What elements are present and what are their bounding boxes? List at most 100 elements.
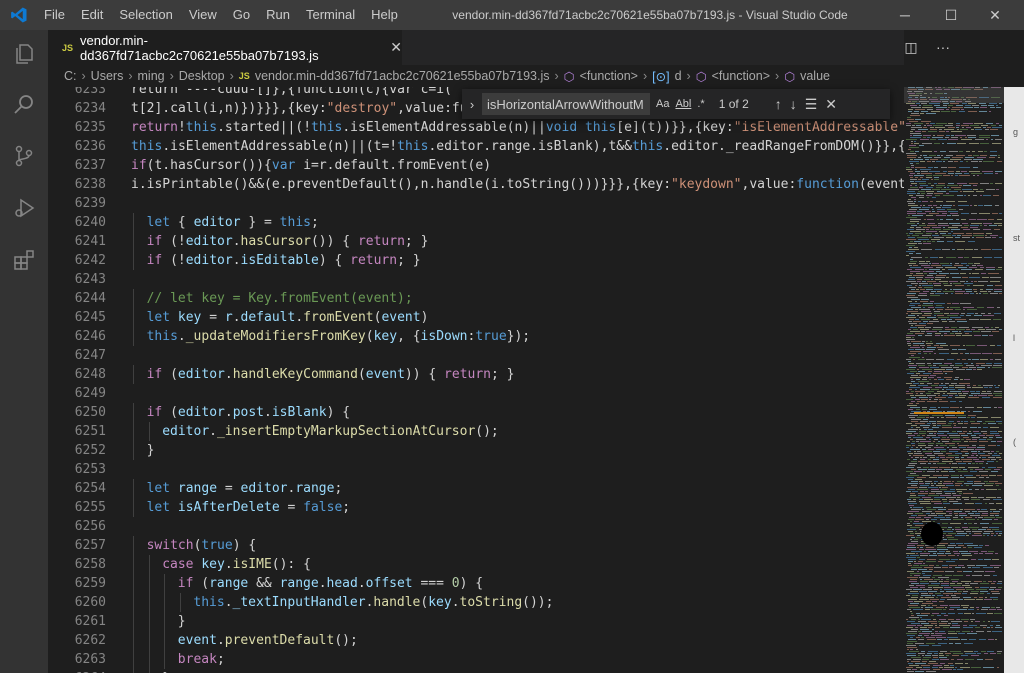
tab-close-button[interactable]: ✕ <box>390 39 402 56</box>
menu-help[interactable]: Help <box>363 0 406 30</box>
search-icon[interactable] <box>12 92 36 116</box>
minimap-stripe <box>942 461 953 462</box>
minimap-stripe <box>934 313 943 314</box>
menu-file[interactable]: File <box>36 0 73 30</box>
code-line[interactable]: 6242 if (!editor.isEditable) { return; } <box>48 251 904 270</box>
split-editor-button[interactable]: ◫ <box>900 36 922 58</box>
code-line[interactable]: 6249 <box>48 384 904 403</box>
minimap-stripe <box>942 441 949 442</box>
code-line[interactable]: 6254 let range = editor.range; <box>48 479 904 498</box>
minimize-button[interactable]: ─ <box>882 0 928 30</box>
menu-go[interactable]: Go <box>225 0 258 30</box>
code-line[interactable]: 6247 <box>48 346 904 365</box>
code-text: return!this.started||(!this.isElementAdd… <box>131 118 904 137</box>
code-line[interactable]: 6260 this._textInputHandler.handle(key.to… <box>48 593 904 612</box>
code-line[interactable]: 6235 return!this.started||(!this.isElemen… <box>48 118 904 137</box>
minimap-stripe <box>913 321 921 322</box>
code-line[interactable]: 6241 if (!editor.hasCursor()) { return; } <box>48 232 904 251</box>
breadcrumb-value[interactable]: value <box>800 69 830 83</box>
regex-button[interactable]: .* <box>697 98 704 110</box>
minimap-viewport[interactable] <box>904 87 1004 103</box>
code-line[interactable]: 6257 switch(true) { <box>48 536 904 555</box>
code-line[interactable]: 6248 if (editor.handleKeyCommand(event)) … <box>48 365 904 384</box>
minimap-stripe <box>926 289 933 290</box>
minimap-stripe <box>994 223 1002 224</box>
code-token: fromEvent <box>303 310 374 325</box>
minimap-stripe <box>919 261 925 262</box>
minimap-stripe <box>916 585 925 586</box>
files-icon[interactable] <box>12 42 36 66</box>
code-line[interactable]: 6251 editor._insertEmptyMarkupSectionAtCu… <box>48 422 904 441</box>
breadcrumb-users[interactable]: Users <box>91 69 124 83</box>
minimap-stripe <box>966 477 976 478</box>
menu-view[interactable]: View <box>181 0 225 30</box>
more-actions-button[interactable]: ··· <box>932 36 954 58</box>
code-line[interactable]: 6239 <box>48 194 904 213</box>
next-match-button[interactable]: ↓ <box>790 96 797 112</box>
breadcrumb-file[interactable]: vendor.min-dd367fd71acbc2c70621e55ba07b7… <box>255 69 550 83</box>
toggle-replace-button[interactable]: › <box>462 97 482 112</box>
code-line[interactable]: 6240 let { editor } = this; <box>48 213 904 232</box>
maximize-button[interactable]: ☐ <box>928 0 974 30</box>
minimap-stripe <box>919 145 924 146</box>
code-line[interactable]: 6237 if(t.hasCursor()){var i=r.default.fr… <box>48 156 904 175</box>
minimap-stripe <box>929 493 935 494</box>
match-whole-word-button[interactable]: Abl <box>675 98 691 110</box>
code-line[interactable]: 6252} <box>48 441 904 460</box>
breadcrumb-function-2[interactable]: <function> <box>712 69 770 83</box>
minimap-stripe <box>970 469 973 470</box>
minimap-stripe <box>980 107 987 108</box>
breadcrumb-d[interactable]: d <box>675 69 682 83</box>
source-control-icon[interactable] <box>12 144 36 168</box>
minimap-stripe <box>945 329 955 330</box>
run-debug-icon[interactable] <box>12 196 36 220</box>
title-bar: File Edit Selection View Go Run Terminal… <box>0 0 1024 30</box>
code-line[interactable]: 6255 let isAfterDelete = false; <box>48 498 904 517</box>
close-window-button[interactable]: ✕ <box>972 0 1018 30</box>
code-line[interactable]: 6262 event.preventDefault(); <box>48 631 904 650</box>
minimap-stripe <box>927 275 933 276</box>
breadcrumb-desktop[interactable]: Desktop <box>179 69 225 83</box>
breadcrumb-drive[interactable]: C: <box>64 69 77 83</box>
find-input[interactable] <box>482 93 650 115</box>
code-line[interactable]: 6250 if (editor.post.isBlank) { <box>48 403 904 422</box>
code-line[interactable]: 6253 <box>48 460 904 479</box>
minimap-stripe <box>932 577 935 578</box>
extensions-icon[interactable] <box>12 248 36 272</box>
minimap-stripe <box>955 263 959 264</box>
menu-run[interactable]: Run <box>258 0 298 30</box>
minimap-stripe <box>951 131 962 132</box>
code-line[interactable]: 6264} <box>48 669 904 673</box>
breadcrumb-ming[interactable]: ming <box>138 69 165 83</box>
code-line[interactable]: 6245 let key = r.default.fromEvent(event) <box>48 308 904 327</box>
minimap-stripe <box>906 645 916 646</box>
minimap-stripe <box>922 201 928 202</box>
code-line[interactable]: 6246 this._updateModifiersFromKey(key, {i… <box>48 327 904 346</box>
menu-edit[interactable]: Edit <box>73 0 111 30</box>
code-line[interactable]: 6236 this.isElementAddressable(n)||(t=!th… <box>48 137 904 156</box>
minimap[interactable] <box>904 87 1004 673</box>
minimap-stripe <box>958 205 969 206</box>
code-line[interactable]: 6261} <box>48 612 904 631</box>
menu-selection[interactable]: Selection <box>111 0 180 30</box>
find-in-selection-button[interactable]: ☰ <box>805 96 818 113</box>
minimap-stripe <box>944 377 952 378</box>
code-editor[interactable]: 6233 return ----cuuu-[]},{function(c){var… <box>48 87 904 673</box>
code-line[interactable]: 6256 <box>48 517 904 536</box>
match-case-button[interactable]: Aa <box>656 98 669 110</box>
minimap-stripe <box>908 437 911 438</box>
code-line[interactable]: 6263 break; <box>48 650 904 669</box>
breadcrumb-function[interactable]: <function> <box>580 69 638 83</box>
code-line[interactable]: 6243 <box>48 270 904 289</box>
code-line[interactable]: 6238 i.isPrintable()&&(e.preventDefault()… <box>48 175 904 194</box>
close-find-button[interactable]: ✕ <box>825 96 837 113</box>
previous-match-button[interactable]: ↑ <box>775 96 782 112</box>
minimap-stripe <box>906 153 916 154</box>
minimap-stripe <box>919 549 924 550</box>
minimap-stripe <box>906 491 911 492</box>
code-line[interactable]: 6259 if (range && range.head.offset === 0… <box>48 574 904 593</box>
editor-tab[interactable]: JS vendor.min-dd367fd71acbc2c70621e55ba0… <box>48 30 402 65</box>
menu-terminal[interactable]: Terminal <box>298 0 363 30</box>
code-line[interactable]: 6258 case key.isIME(): { <box>48 555 904 574</box>
code-line[interactable]: 6244// let key = Key.fromEvent(event); <box>48 289 904 308</box>
